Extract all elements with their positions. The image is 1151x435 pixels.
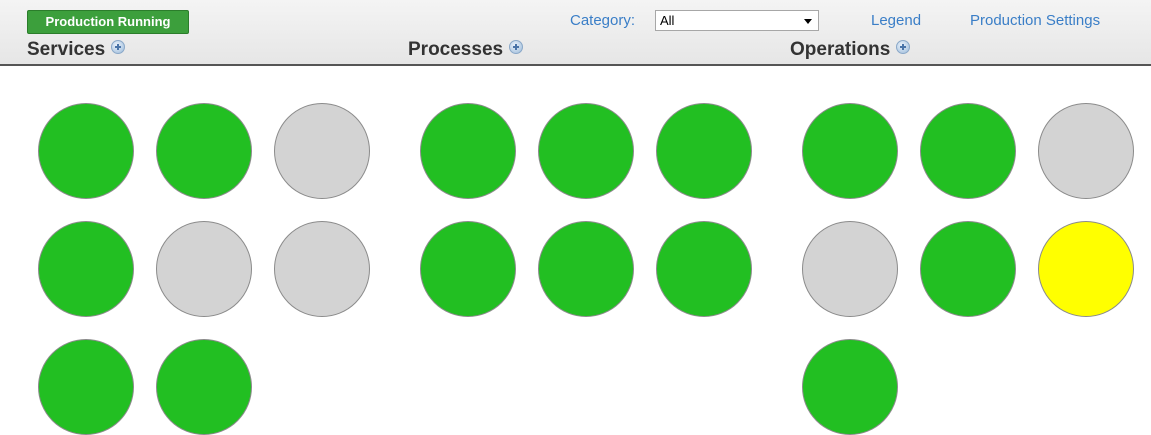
category-select[interactable]: All bbox=[655, 10, 819, 31]
operations-title: Operations bbox=[790, 39, 891, 60]
operation-status-circle-4[interactable] bbox=[802, 221, 898, 317]
add-service-plus-icon[interactable] bbox=[111, 40, 126, 54]
add-process-plus-icon[interactable] bbox=[509, 40, 524, 54]
process-status-circle-6[interactable] bbox=[656, 221, 752, 317]
production-status-button[interactable]: Production Running bbox=[27, 10, 189, 34]
operation-status-circle-5[interactable] bbox=[920, 221, 1016, 317]
add-operation-plus-icon[interactable] bbox=[896, 40, 911, 54]
service-status-circle-7[interactable] bbox=[38, 339, 134, 435]
process-status-circle-5[interactable] bbox=[538, 221, 634, 317]
process-status-circle-3[interactable] bbox=[656, 103, 752, 199]
processes-title: Processes bbox=[408, 39, 504, 60]
chevron-down-icon bbox=[804, 19, 812, 24]
services-heading: Services bbox=[27, 38, 126, 62]
header-bar: Production Running Category: All Legend … bbox=[0, 0, 1151, 66]
legend-link[interactable]: Legend bbox=[871, 11, 921, 31]
operation-status-circle-2[interactable] bbox=[920, 103, 1016, 199]
operation-status-circle-3[interactable] bbox=[1038, 103, 1134, 199]
service-status-circle-5[interactable] bbox=[156, 221, 252, 317]
service-status-circle-3[interactable] bbox=[274, 103, 370, 199]
production-settings-link[interactable]: Production Settings bbox=[970, 11, 1100, 31]
category-label: Category: bbox=[570, 12, 636, 29]
category-select-value: All bbox=[660, 13, 675, 28]
operation-status-circle-1[interactable] bbox=[802, 103, 898, 199]
service-status-circle-1[interactable] bbox=[38, 103, 134, 199]
service-status-circle-8[interactable] bbox=[156, 339, 252, 435]
process-status-circle-1[interactable] bbox=[420, 103, 516, 199]
processes-heading: Processes bbox=[408, 38, 524, 62]
service-status-circle-4[interactable] bbox=[38, 221, 134, 317]
process-status-circle-2[interactable] bbox=[538, 103, 634, 199]
operation-status-circle-6[interactable] bbox=[1038, 221, 1134, 317]
operation-status-circle-7[interactable] bbox=[802, 339, 898, 435]
operations-heading: Operations bbox=[790, 38, 911, 62]
service-status-circle-2[interactable] bbox=[156, 103, 252, 199]
process-status-circle-4[interactable] bbox=[420, 221, 516, 317]
services-title: Services bbox=[27, 39, 106, 60]
service-status-circle-6[interactable] bbox=[274, 221, 370, 317]
